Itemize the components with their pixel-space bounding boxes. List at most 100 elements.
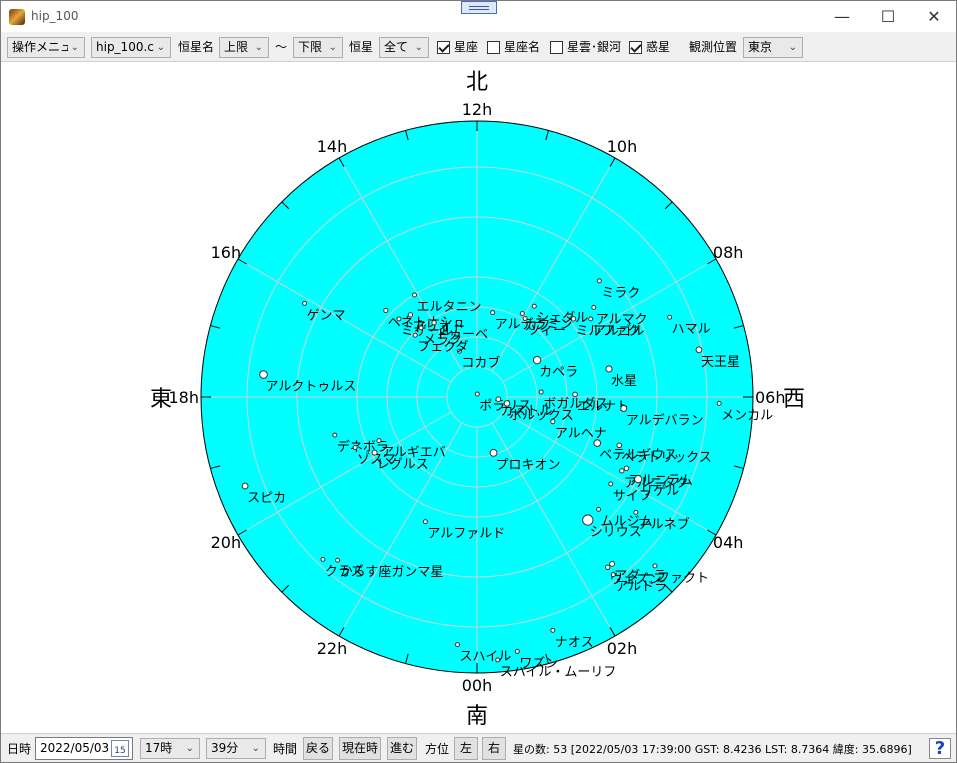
- star-point[interactable]: [422, 519, 428, 525]
- star-point[interactable]: [495, 396, 502, 403]
- star-point[interactable]: [455, 642, 461, 648]
- star-filter-dropdown[interactable]: 全て ⌄: [379, 37, 429, 58]
- star-point[interactable]: [550, 419, 556, 425]
- direction-label: 方位: [425, 742, 450, 756]
- star-label: ミラク: [601, 286, 640, 301]
- star-point[interactable]: [619, 468, 625, 474]
- star-point[interactable]: [623, 465, 630, 472]
- star-point[interactable]: [519, 310, 525, 316]
- close-button[interactable]: ✕: [911, 1, 957, 32]
- star-point[interactable]: [570, 316, 577, 322]
- star-point[interactable]: [352, 444, 358, 450]
- time-label: 時間: [273, 742, 298, 756]
- rotate-right-button[interactable]: 右: [482, 737, 506, 760]
- star-point[interactable]: [596, 506, 602, 512]
- star-point[interactable]: [538, 389, 544, 395]
- star-point[interactable]: [695, 346, 703, 354]
- star-point[interactable]: [431, 319, 437, 326]
- star-label: ツィー: [527, 324, 566, 339]
- star-label: ゲンマ: [307, 308, 346, 323]
- star-label: スハイル・ムーリフ: [500, 665, 617, 680]
- star-chart[interactable]: 12h 14h 16h 18h 20h 22h 00h 02h 04h 06h 08h 10h アルデ…: [1, 63, 956, 733]
- operation-menu-dropdown[interactable]: 操作メニュー ⌄: [7, 37, 85, 58]
- star-point[interactable]: [241, 482, 249, 490]
- calendar-icon[interactable]: 15: [111, 740, 129, 757]
- star-point[interactable]: [550, 627, 556, 633]
- star-point[interactable]: [652, 563, 658, 569]
- now-button[interactable]: 現在時: [339, 737, 381, 760]
- drag-grip-icon[interactable]: [461, 1, 497, 14]
- star-point[interactable]: [522, 316, 528, 322]
- star-point[interactable]: [532, 355, 542, 365]
- date-field[interactable]: 2022/05/03 15: [35, 737, 133, 760]
- minimize-button[interactable]: —: [819, 1, 865, 32]
- star-point[interactable]: [412, 332, 418, 338]
- help-icon[interactable]: ?: [929, 738, 951, 759]
- star-point[interactable]: [593, 439, 602, 448]
- star-point[interactable]: [605, 564, 611, 570]
- forward-button[interactable]: 進む: [387, 737, 417, 760]
- star-point[interactable]: [605, 365, 613, 373]
- star-label: コカブ: [461, 355, 500, 371]
- star-point[interactable]: [588, 316, 594, 322]
- star-point[interactable]: [620, 405, 628, 413]
- file-label: hip_100.csv: [96, 40, 154, 54]
- location-dropdown[interactable]: 東京 ⌄: [743, 37, 803, 58]
- star-point[interactable]: [332, 432, 338, 438]
- file-dropdown[interactable]: hip_100.csv ⌄: [91, 37, 171, 58]
- star-point[interactable]: [582, 514, 594, 526]
- star-point[interactable]: [609, 560, 616, 567]
- rotate-left-button[interactable]: 左: [454, 737, 478, 760]
- star-point[interactable]: [371, 449, 378, 456]
- back-button[interactable]: 戻る: [303, 737, 333, 760]
- star-point[interactable]: [716, 400, 722, 406]
- star-point[interactable]: [608, 481, 614, 487]
- star-point[interactable]: [412, 292, 418, 298]
- star-point[interactable]: [503, 400, 511, 407]
- upper-limit-dropdown[interactable]: 上限 ⌄: [219, 37, 269, 58]
- star-point[interactable]: [667, 314, 673, 320]
- star-chart-canvas[interactable]: 12h 14h 16h 18h 20h 22h 00h 02h 04h 06h 08h 10h アルデ…: [1, 63, 956, 733]
- star-point[interactable]: [596, 278, 602, 284]
- hour-label-20h: 20h: [211, 533, 242, 552]
- minute-dropdown[interactable]: 39分 ⌄: [206, 738, 266, 759]
- star-point[interactable]: [407, 312, 414, 318]
- hour-dropdown[interactable]: 17時 ⌄: [140, 738, 200, 759]
- star-point[interactable]: [572, 391, 578, 398]
- star-point[interactable]: [474, 391, 480, 397]
- chevron-down-icon: ⌄: [788, 42, 797, 53]
- star-label: アルデバラン: [626, 413, 704, 429]
- chevron-down-icon: ⌄: [185, 743, 194, 754]
- constellation-name-checkbox[interactable]: [487, 41, 500, 54]
- star-point[interactable]: [591, 304, 597, 310]
- star-point[interactable]: [495, 657, 501, 663]
- star-point[interactable]: [489, 448, 498, 457]
- star-point[interactable]: [418, 325, 424, 331]
- star-point[interactable]: [259, 370, 268, 379]
- star-filter-label: 全て: [384, 40, 409, 54]
- constellation-checkbox[interactable]: [437, 41, 450, 54]
- planet-checkbox[interactable]: [629, 41, 642, 54]
- star-point[interactable]: [320, 556, 326, 562]
- chevron-down-icon: ⌄: [328, 42, 337, 53]
- star-point[interactable]: [514, 648, 520, 654]
- star-point[interactable]: [396, 316, 402, 322]
- star-point[interactable]: [302, 300, 308, 306]
- lower-limit-dropdown[interactable]: 下限 ⌄: [293, 37, 343, 58]
- star-point[interactable]: [610, 572, 616, 578]
- star-label: ベラトリックス: [621, 450, 712, 465]
- star-point[interactable]: [531, 303, 537, 309]
- star-point[interactable]: [376, 438, 382, 444]
- star-label: メンカル: [721, 408, 773, 423]
- maximize-button[interactable]: ☐: [865, 1, 911, 32]
- star-point[interactable]: [383, 307, 389, 314]
- star-point[interactable]: [335, 557, 341, 563]
- star-label: サイフ: [613, 489, 652, 504]
- status-bar: 日時 2022/05/03 15 17時 ⌄ 39分 ⌄ 時間 戻る 現在時 進…: [1, 733, 956, 762]
- star-point[interactable]: [616, 442, 623, 449]
- hour-label-14h: 14h: [317, 137, 348, 156]
- nebula-checkbox[interactable]: [550, 41, 563, 54]
- star-point[interactable]: [634, 475, 643, 484]
- star-point[interactable]: [490, 310, 496, 316]
- star-label: アルファルド: [427, 527, 505, 542]
